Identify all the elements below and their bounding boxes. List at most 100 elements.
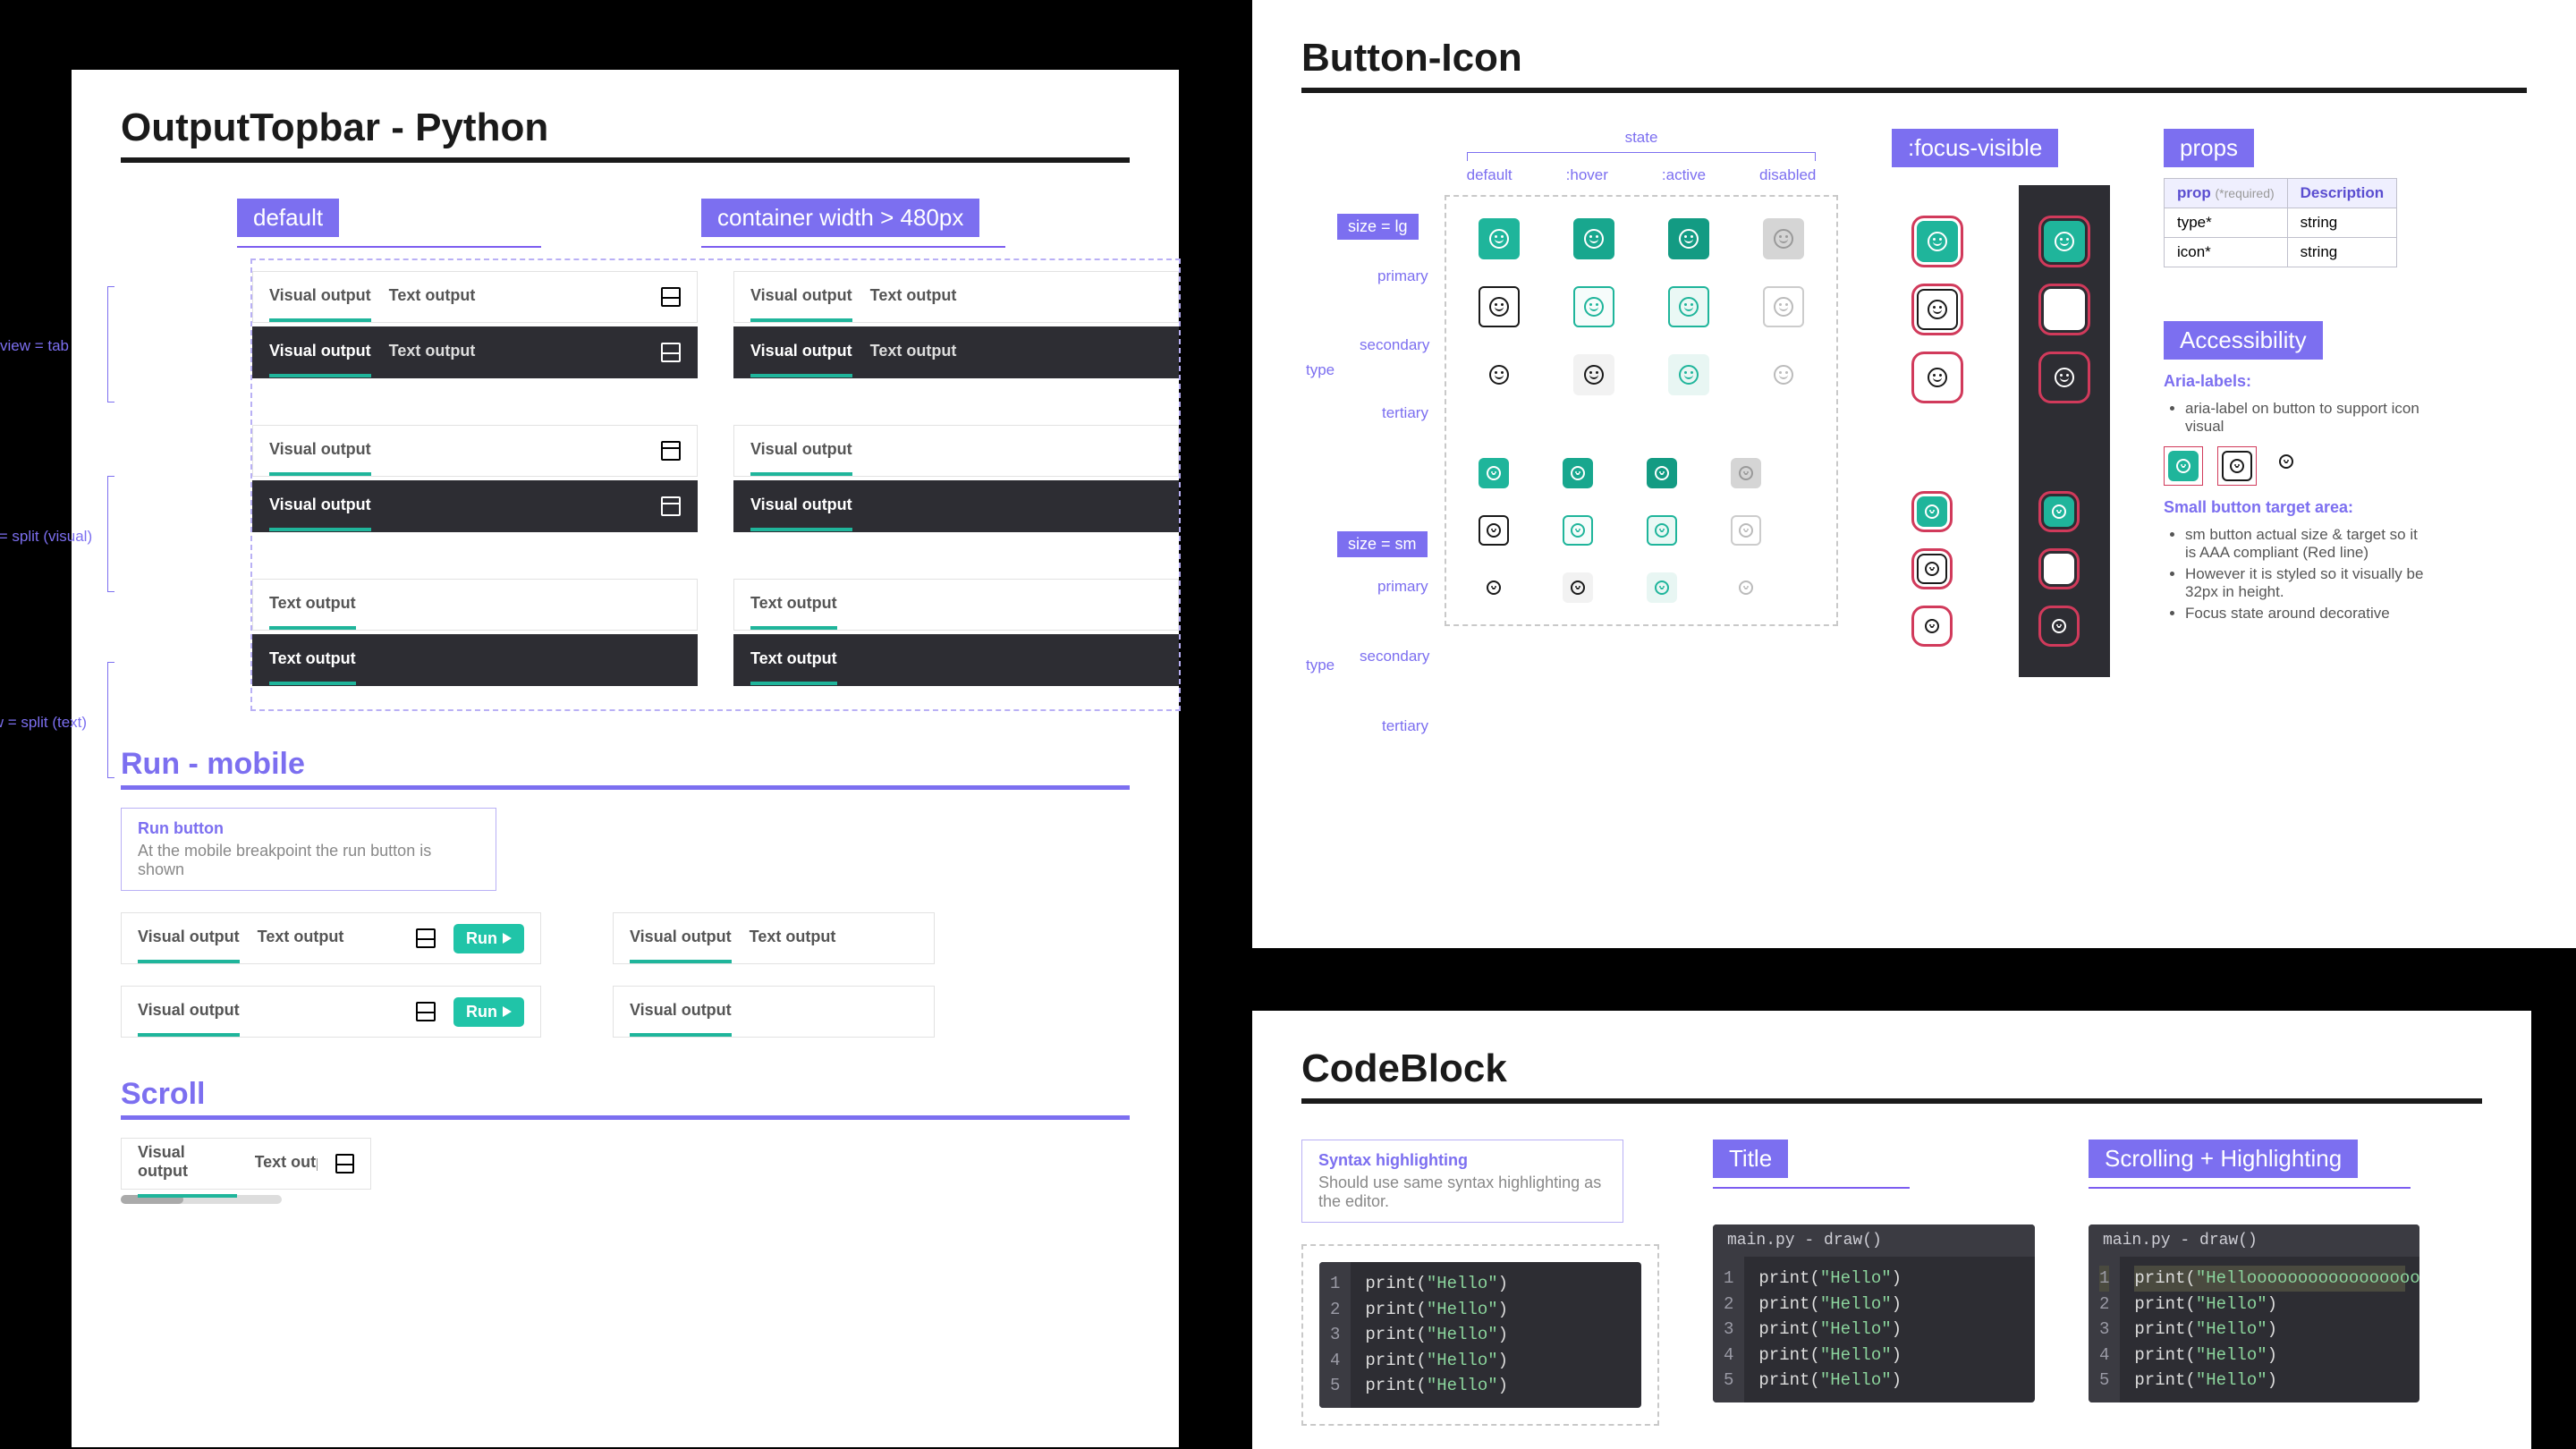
tab-visual[interactable]: Visual output	[269, 342, 371, 364]
sub-rule	[121, 785, 1130, 790]
smiley-icon	[1584, 229, 1604, 249]
icon-button-secondary-hover[interactable]	[1573, 286, 1614, 327]
tab-text[interactable]: Text output	[269, 649, 356, 672]
tab-text[interactable]: Text output	[870, 286, 957, 309]
tab-text-truncated[interactable]: Text output	[255, 1153, 318, 1175]
target-secondary[interactable]	[2222, 451, 2252, 481]
icon-button-sm-primary-disabled	[1731, 458, 1761, 488]
smiley-icon	[1571, 523, 1585, 538]
bracket-icon	[107, 662, 114, 778]
tab-visual[interactable]: Visual output	[630, 1001, 732, 1023]
focus-sm-primary[interactable]	[1917, 496, 1947, 527]
icon-button-sm-secondary-active[interactable]	[1647, 515, 1677, 546]
icon-button-tertiary-active[interactable]	[1668, 354, 1709, 395]
target-primary[interactable]	[2168, 451, 2199, 481]
layout-grid-icon[interactable]	[416, 1002, 436, 1021]
focus-sm-secondary[interactable]	[1917, 554, 1947, 584]
tab-text[interactable]: Text output	[389, 286, 476, 309]
tab-visual[interactable]: Visual output	[269, 440, 371, 462]
icon-button-primary-active[interactable]	[1668, 218, 1709, 259]
icon-button-sm-tertiary-hover[interactable]	[1563, 572, 1593, 603]
state-col-labels: default :hover :active disabled	[1445, 166, 1838, 184]
focus-secondary[interactable]	[1917, 289, 1958, 330]
focus-sm-tertiary[interactable]	[1917, 611, 1947, 641]
focus-primary-dark[interactable]	[2044, 221, 2085, 262]
tab-visual[interactable]: Visual output	[630, 928, 732, 950]
layout-grid-icon[interactable]	[335, 1154, 355, 1174]
icon-button-primary[interactable]	[1479, 218, 1520, 259]
tab-text[interactable]: Text output	[750, 594, 837, 616]
focus-sm-secondary-dark[interactable]	[2044, 554, 2074, 584]
line-numbers: 12345	[2089, 1257, 2120, 1402]
button-icon-panel: Button-Icon state default :hover :active…	[1252, 0, 2576, 948]
smiley-icon	[1487, 523, 1501, 538]
code-line: "Hello"	[2196, 1294, 2267, 1314]
focus-sm-primary-dark[interactable]	[2044, 496, 2074, 527]
layout-grid-icon[interactable]	[661, 343, 681, 362]
icon-button-sm-primary[interactable]	[1479, 458, 1509, 488]
layout-grid-icon[interactable]	[661, 287, 681, 307]
layout-tab-icon[interactable]	[661, 441, 681, 461]
note-text: At the mobile breakpoint the run button …	[138, 842, 479, 879]
tab-visual[interactable]: Visual output	[750, 440, 852, 462]
tab-text[interactable]: Text output	[389, 342, 476, 364]
icon-button-tertiary-hover[interactable]	[1573, 354, 1614, 395]
tab-text[interactable]: Text output	[269, 594, 356, 616]
focus-tertiary-dark[interactable]	[2044, 357, 2085, 398]
run-button[interactable]: Run	[453, 997, 524, 1027]
tab-visual[interactable]: Visual output	[138, 1143, 237, 1184]
icon-button-secondary-active[interactable]	[1668, 286, 1709, 327]
focus-primary[interactable]	[1917, 221, 1958, 262]
smiley-icon	[1925, 504, 1939, 519]
prop-icon: icon*	[2165, 238, 2288, 267]
topbar-tab-light-wide: Visual output Text output	[733, 271, 1179, 323]
code-line: "Hello"	[1427, 1376, 1498, 1395]
smiley-icon	[2055, 232, 2074, 251]
prop-type: type*	[2165, 208, 2288, 238]
row-label-split-text: view = split (text)	[0, 714, 87, 732]
state-hover: :hover	[1566, 166, 1608, 184]
bracket-icon	[107, 286, 114, 402]
icon-button-sm-primary-active[interactable]	[1647, 458, 1677, 488]
icon-button-sm-tertiary[interactable]	[1479, 572, 1509, 603]
smiley-icon	[1739, 466, 1753, 480]
icon-button-primary-hover[interactable]	[1573, 218, 1614, 259]
code-line: "Hello"	[2196, 1345, 2267, 1365]
smiley-icon	[1487, 466, 1501, 480]
icon-button-sm-tertiary-disabled	[1731, 572, 1761, 603]
tab-visual[interactable]: Visual output	[750, 286, 852, 309]
tab-text[interactable]: Text output	[258, 928, 344, 950]
tab-visual[interactable]: Visual output	[750, 496, 852, 518]
focus-dark-column	[2019, 185, 2110, 677]
smiley-icon	[1487, 580, 1501, 595]
code-line: "Hello"	[1820, 1268, 1892, 1288]
focus-secondary-dark[interactable]	[2044, 289, 2085, 330]
icon-button-secondary[interactable]	[1479, 286, 1520, 327]
focus-tertiary[interactable]	[1917, 357, 1958, 398]
tab-visual[interactable]: Visual output	[269, 286, 371, 309]
tab-visual[interactable]: Visual output	[138, 928, 240, 950]
smiley-icon	[1655, 523, 1669, 538]
layout-tab-icon[interactable]	[661, 496, 681, 516]
tab-visual[interactable]: Visual output	[750, 342, 852, 364]
layout-grid-icon[interactable]	[416, 928, 436, 948]
target-tertiary[interactable]	[2271, 446, 2301, 477]
tab-text[interactable]: Text output	[750, 928, 836, 950]
icon-button-sm-secondary[interactable]	[1479, 515, 1509, 546]
aria-list: aria-label on button to support icon vis…	[2164, 400, 2432, 436]
topbar-mobile-split: Visual output Run	[121, 986, 541, 1038]
code-line: "Hello"	[1820, 1319, 1892, 1339]
tab-visual[interactable]: Visual output	[138, 1001, 240, 1023]
smiley-icon	[1739, 580, 1753, 595]
focus-sm-tertiary-dark[interactable]	[2044, 611, 2074, 641]
run-button[interactable]: Run	[453, 924, 524, 953]
icon-button-sm-primary-hover[interactable]	[1563, 458, 1593, 488]
target-list: sm button actual size & target so it is …	[2164, 526, 2432, 623]
tab-text[interactable]: Text output	[870, 342, 957, 364]
col-tag-default: default	[237, 199, 339, 237]
icon-button-sm-tertiary-active[interactable]	[1647, 572, 1677, 603]
tab-visual[interactable]: Visual output	[269, 496, 371, 518]
tab-text[interactable]: Text output	[750, 649, 837, 672]
icon-button-tertiary[interactable]	[1479, 354, 1520, 395]
icon-button-sm-secondary-hover[interactable]	[1563, 515, 1593, 546]
